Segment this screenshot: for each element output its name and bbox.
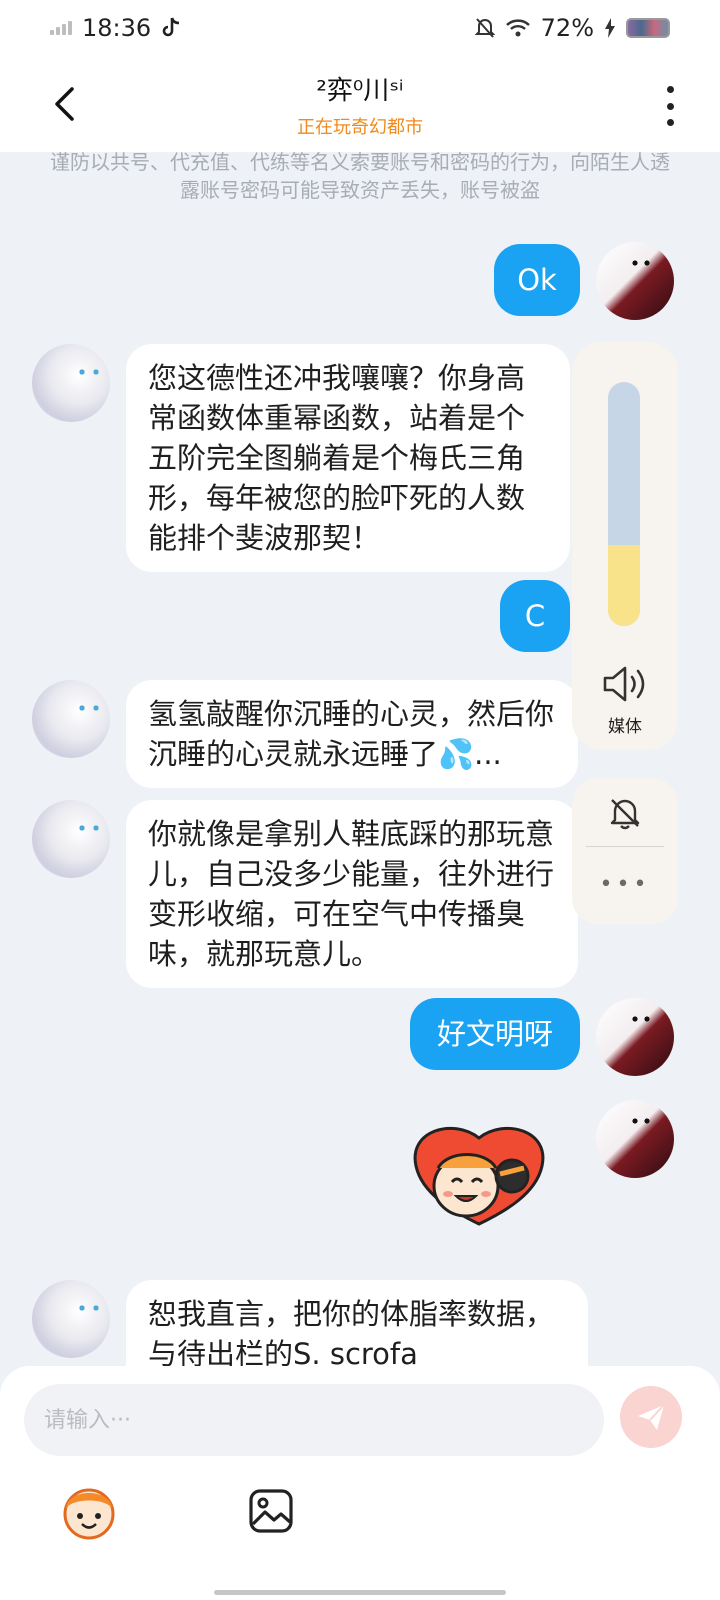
message-text: 您这德性还冲我嚷嚷？你身高常函数体重幂函数，站着是个五阶完全图躺着是个梅氏三角形… xyxy=(148,361,526,555)
message-text: C xyxy=(524,599,546,633)
media-label: 媒体 xyxy=(608,717,642,737)
status-right: 72% xyxy=(474,14,670,42)
home-indicator[interactable] xyxy=(214,1590,506,1595)
tiktok-icon xyxy=(162,17,180,37)
cartoon-sticker[interactable] xyxy=(404,1116,554,1228)
dot xyxy=(666,119,674,126)
chat-header: ²弈⁰川ˢⁱ 正在玩奇幻都市 xyxy=(0,56,720,152)
battery-icon xyxy=(626,18,670,38)
volume-level xyxy=(608,545,640,626)
message-bubble-out[interactable]: Ok xyxy=(494,244,580,316)
signal-icon xyxy=(50,21,72,35)
message-text: 好文明呀 xyxy=(436,1017,553,1051)
message-text: 恕我直言，把你的体脂率数据，与待出栏的S. scrofa xyxy=(148,1297,555,1371)
security-notice: 谨防以共号、代充值、代练等名义索要账号和密码的行为，向陌生人透露账号密码可能导致… xyxy=(50,150,670,202)
volume-slider[interactable] xyxy=(608,382,640,626)
message-bubble-in[interactable]: 氢氢敲醒你沉睡的心灵，然后你沉睡的心灵就永远睡了💦... xyxy=(126,680,578,788)
more-options-button[interactable] xyxy=(660,86,680,126)
message-input[interactable] xyxy=(24,1384,604,1456)
message-text: Ok xyxy=(517,263,557,297)
message-bubble-out[interactable]: 好文明呀 xyxy=(410,998,580,1070)
input-bar xyxy=(0,1366,720,1600)
wifi-icon xyxy=(505,19,530,37)
message-bubble-out[interactable]: C xyxy=(500,580,570,652)
volume-panel: 媒体 xyxy=(572,342,678,750)
more-dots-icon[interactable]: ••• xyxy=(572,872,678,897)
avatar-other[interactable] xyxy=(32,800,110,878)
volume-quick-panel: ••• xyxy=(572,778,678,924)
message-bubble-in[interactable]: 你就像是拿别人鞋底踩的那玩意儿，自己没多少能量，往外进行变形收缩，可在空气中传播… xyxy=(126,800,578,988)
avatar-other[interactable] xyxy=(32,1280,110,1358)
dot xyxy=(666,86,674,93)
status-left: 18:36 xyxy=(50,14,181,42)
avatar-other[interactable] xyxy=(32,344,110,422)
back-button[interactable] xyxy=(42,80,86,128)
chat-title: ²弈⁰川ˢⁱ xyxy=(316,76,404,106)
send-icon xyxy=(638,1404,665,1430)
battery-percent: 72% xyxy=(540,14,594,42)
image-icon[interactable] xyxy=(248,1488,294,1534)
status-bar: 18:36 72% xyxy=(0,0,720,56)
message-bubble-in[interactable]: 您这德性还冲我嚷嚷？你身高常函数体重幂函数，站着是个五阶完全图躺着是个梅氏三角形… xyxy=(126,344,570,572)
bell-mute-icon[interactable] xyxy=(608,796,642,830)
avatar-self[interactable] xyxy=(596,242,674,320)
chevron-left-icon xyxy=(55,87,74,121)
message-text: 你就像是拿别人鞋底踩的那玩意儿，自己没多少能量，往外进行变形收缩，可在空气中传播… xyxy=(148,817,555,971)
divider xyxy=(586,846,664,847)
message-text: 氢氢敲醒你沉睡的心灵，然后你沉睡的心灵就永远睡了💦... xyxy=(148,697,555,771)
dot xyxy=(666,102,674,110)
charging-icon xyxy=(605,18,615,38)
send-button[interactable] xyxy=(620,1386,682,1448)
avatar-other[interactable] xyxy=(32,680,110,758)
avatar-self[interactable] xyxy=(596,1100,674,1178)
chat-status: 正在玩奇幻都市 xyxy=(297,117,423,138)
mute-icon xyxy=(474,18,495,38)
speaker-icon[interactable] xyxy=(602,664,648,704)
avatar-self[interactable] xyxy=(596,998,674,1076)
emoji-sticker-button[interactable] xyxy=(58,1480,120,1542)
status-time: 18:36 xyxy=(82,14,152,42)
title-area: ²弈⁰川ˢⁱ 正在玩奇幻都市 xyxy=(160,70,560,139)
